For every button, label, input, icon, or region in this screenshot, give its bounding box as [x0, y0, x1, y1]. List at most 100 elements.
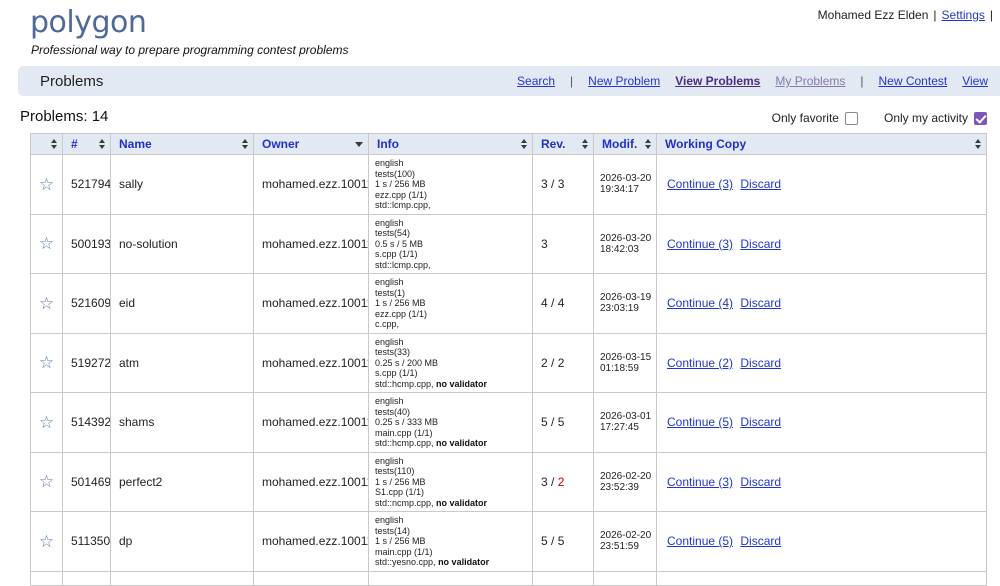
only-favorite-checkbox[interactable] — [844, 111, 858, 125]
problem-info: english tests(40) 0.25 s / 333 MB main.cpp … — [368, 392, 533, 453]
favorite-cell: ☆ — [30, 332, 63, 393]
favorite-star-icon[interactable]: ☆ — [39, 175, 54, 194]
table-header-row: # Name Owner Info Rev. Modif. Working Copy — [30, 133, 987, 155]
problem-owner: mohamed.ezz.10011 — [253, 332, 369, 393]
problem-modified: 2026-03-19 23:03:19 — [593, 273, 657, 334]
sort-icon[interactable] — [975, 139, 981, 149]
favorite-star-icon[interactable]: ☆ — [39, 234, 54, 253]
only-favorite-filter: Only favorite — [772, 111, 858, 125]
nav-link-new-problem[interactable]: New Problem — [588, 74, 660, 88]
working-copy-cell: Continue (3) Discard — [656, 154, 987, 215]
working-copy-cell: Continue (4) Discard — [656, 273, 987, 334]
settings-link[interactable]: Settings — [942, 8, 985, 22]
continue-link[interactable]: Continue (3) — [667, 237, 733, 251]
problem-info: english tests(33) 0.25 s / 200 MB s.cpp (1/… — [368, 332, 533, 393]
working-copy-cell: Continue (3) Discard — [656, 451, 987, 512]
discard-link[interactable]: Discard — [740, 237, 781, 251]
problem-owner: mohamed.ezz.10011 — [253, 273, 369, 334]
filters: Only favorite Only my activity — [772, 111, 987, 125]
favorite-star-icon[interactable]: ☆ — [39, 413, 54, 432]
favorite-star-icon[interactable]: ☆ — [39, 472, 54, 491]
table-row: ☆ 511350 dp mohamed.ezz.10011 english tes… — [30, 511, 987, 572]
discard-link[interactable]: Discard — [740, 415, 781, 429]
sort-icon[interactable] — [582, 139, 588, 149]
user-links: Mohamed Ezz Elden | Settings | — [818, 8, 998, 22]
problem-modified: 2026-03-15 01:18:59 — [593, 332, 657, 393]
favorite-star-icon[interactable]: ☆ — [39, 294, 54, 313]
nav-link-search[interactable]: Search — [517, 74, 555, 88]
column-label: Working Copy — [665, 137, 747, 151]
problem-owner: mohamed.ezz.10011 — [253, 451, 369, 512]
column-header-rev[interactable]: Rev. — [532, 133, 594, 155]
sort-icon[interactable] — [51, 139, 57, 149]
nav-link-view[interactable]: View — [962, 74, 988, 88]
problem-id: 501469 — [62, 451, 111, 512]
continue-link[interactable]: Continue (3) — [667, 177, 733, 191]
sort-icon[interactable] — [99, 139, 105, 149]
working-copy-cell: Continue (3) Discard — [656, 213, 987, 274]
nav-link-view-problems[interactable]: View Problems — [675, 74, 760, 88]
problem-modified: 2026-03-20 19:34:17 — [593, 154, 657, 215]
discard-link[interactable]: Discard — [740, 534, 781, 548]
only-my-activity-filter: Only my activity — [884, 111, 987, 125]
only-my-activity-checkbox[interactable] — [974, 111, 987, 125]
page-header: polygon Mohamed Ezz Elden | Settings | — [0, 0, 1000, 40]
tagline: Professional way to prepare programming … — [31, 43, 349, 57]
nav-link-new-contest[interactable]: New Contest — [879, 74, 948, 88]
problem-id: 500193 — [62, 213, 111, 274]
column-label: Info — [377, 137, 399, 151]
column-header-id[interactable]: # — [62, 133, 111, 155]
problem-info: english tests(54) 0.5 s / 5 MB s.cpp (1/1) s… — [368, 213, 533, 274]
favorite-star-icon[interactable]: ☆ — [39, 353, 54, 372]
problem-revision: 3 / 2 — [532, 451, 594, 512]
column-header-name[interactable]: Name — [110, 133, 254, 155]
nav-links: Search | New Problem View Problems My Proble… — [502, 74, 988, 88]
table-toolbar: Problems: 14 Only favorite Only my activ… — [20, 108, 987, 125]
sort-icon[interactable] — [242, 139, 248, 149]
column-header-modif[interactable]: Modif. — [593, 133, 657, 155]
continue-link[interactable]: Continue (2) — [667, 356, 733, 370]
discard-link[interactable]: Discard — [740, 356, 781, 370]
discard-link[interactable]: Discard — [740, 177, 781, 191]
working-copy-cell: Continue (2) Discard — [656, 332, 987, 393]
problem-name: atm — [110, 332, 254, 393]
problem-name: dp — [110, 511, 254, 572]
problem-id: 514392 — [62, 392, 111, 453]
column-header-working-copy[interactable]: Working Copy — [656, 133, 987, 155]
only-my-activity-label: Only my activity — [883, 111, 968, 125]
column-header-owner[interactable]: Owner — [253, 133, 369, 155]
page-title: Problems — [40, 72, 104, 90]
discard-link[interactable]: Discard — [740, 296, 781, 310]
table-row: ☆ 521794 sally mohamed.ezz.10011 english… — [30, 154, 987, 215]
favorite-cell: ☆ — [30, 451, 63, 512]
sort-icon[interactable] — [521, 139, 527, 149]
nav-separator: | — [570, 74, 574, 88]
table-row: ☆ 521609 eid mohamed.ezz.10011 english te… — [30, 273, 987, 334]
continue-link[interactable]: Continue (5) — [667, 415, 733, 429]
problem-name: eid — [110, 273, 254, 334]
sort-icon[interactable] — [645, 139, 651, 149]
problem-owner: mohamed.ezz.10011 — [253, 213, 369, 274]
working-copy-cell: Continue (5) Discard — [656, 392, 987, 453]
polygon-logo: polygon — [30, 5, 147, 40]
problem-modified: 2026-03-01 17:27:45 — [593, 392, 657, 453]
problem-modified: 2026-03-20 18:42:03 — [593, 213, 657, 274]
column-header-info[interactable]: Info — [368, 133, 533, 155]
favorite-cell: ☆ — [30, 273, 63, 334]
nav-link-my-problems[interactable]: My Problems — [775, 74, 845, 88]
continue-link[interactable]: Continue (4) — [667, 296, 733, 310]
continue-link[interactable]: Continue (3) — [667, 475, 733, 489]
column-header-favorite[interactable] — [30, 133, 63, 155]
problems-count: Problems: 14 — [20, 108, 109, 125]
table-row: ☆ 519272 atm mohamed.ezz.10011 english te… — [30, 332, 987, 393]
column-label: Name — [119, 137, 152, 151]
discard-link[interactable]: Discard — [740, 475, 781, 489]
continue-link[interactable]: Continue (5) — [667, 534, 733, 548]
favorite-cell: ☆ — [30, 154, 63, 215]
separator: | — [989, 8, 993, 22]
problem-id: 511350 — [62, 511, 111, 572]
filter-dropdown-icon[interactable] — [355, 141, 363, 147]
problem-owner: mohamed.ezz.10011 — [253, 154, 369, 215]
column-label: # — [71, 137, 78, 151]
favorite-star-icon[interactable]: ☆ — [39, 532, 54, 551]
